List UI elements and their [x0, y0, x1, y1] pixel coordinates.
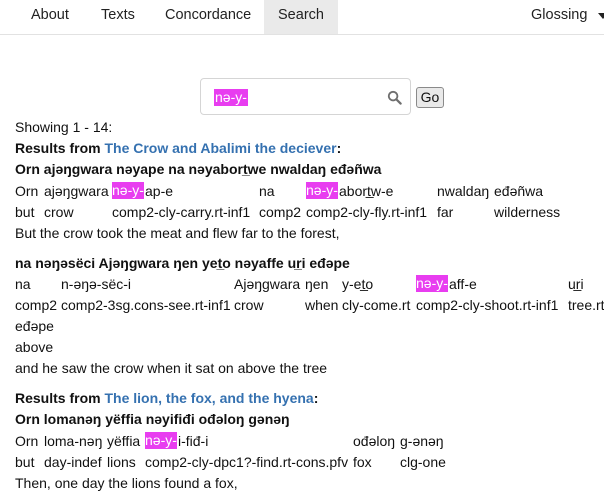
- source-title-link[interactable]: The Crow and Abalimi the deciever: [104, 140, 336, 156]
- results-header: Results from The lion, the fox, and the …: [15, 390, 318, 407]
- word: y-et̲o: [342, 276, 374, 292]
- glossing-caret-icon[interactable]: [598, 13, 604, 19]
- example-title: na nəŋəsëci Ajəŋgwara ŋen yet̲o nəyaffe …: [15, 255, 350, 271]
- gloss: but: [15, 204, 35, 220]
- word: ap-e: [145, 183, 174, 199]
- example-title: Orn ajəŋgwara nəyape na nəyabort̲we nwal…: [15, 161, 382, 177]
- word: loma-nəŋ: [44, 433, 103, 449]
- highlighted-morpheme: nə-y-: [112, 182, 144, 199]
- example-title: Orn lomanəŋ yëffia nəyifiđi ođəloŋ gənəŋ: [15, 411, 290, 427]
- word: abort̲w-e: [339, 183, 394, 199]
- gloss: fox: [353, 454, 372, 470]
- word: yëffia: [107, 433, 141, 449]
- word: aff-e: [449, 276, 477, 292]
- nav-concordance[interactable]: Concordance: [165, 0, 251, 34]
- word: i-fiđ-i: [178, 433, 209, 449]
- gloss: comp2: [259, 204, 302, 220]
- nav-about[interactable]: About: [31, 0, 69, 34]
- word: ajəŋgwara: [44, 183, 109, 199]
- results-header: Results from The Crow and Abalimi the de…: [15, 140, 341, 157]
- gloss: but: [15, 454, 35, 470]
- highlighted-morpheme: nə-y-: [416, 275, 448, 292]
- results-prefix: Results from: [15, 390, 101, 406]
- search-query-highlight: nə-y-: [214, 89, 248, 106]
- gloss: comp2-cly-dpc1?-find.rt-cons.pfv: [145, 454, 349, 470]
- results-suffix: :: [313, 390, 319, 406]
- word: Ajəŋgwara: [234, 276, 301, 292]
- nav-glossing[interactable]: Glossing: [531, 0, 587, 34]
- word: ur̲i: [568, 276, 584, 292]
- word: g-ənəŋ: [400, 433, 444, 449]
- translation: Then, one day the lions found a fox,: [15, 475, 238, 491]
- go-button[interactable]: Go: [416, 87, 444, 108]
- wrapped-word: eđəpe: [15, 318, 54, 334]
- translation: and he saw the crow when it sat on above…: [15, 360, 328, 376]
- gloss: cly-come.rt: [342, 297, 411, 313]
- gloss: when: [305, 297, 339, 313]
- gloss: comp2: [15, 297, 58, 313]
- nav-texts[interactable]: Texts: [101, 0, 135, 34]
- word: eđəñwa: [494, 183, 544, 199]
- word: Orn: [15, 433, 39, 449]
- gloss: comp2-cly-shoot.rt-inf1: [416, 297, 559, 313]
- gloss: comp2-cly-fly.rt-inf1: [306, 204, 428, 220]
- gloss: tree.rt: [568, 297, 604, 313]
- gloss: wilderness: [494, 204, 561, 220]
- results-suffix: :: [336, 140, 342, 156]
- highlighted-morpheme: nə-y-: [306, 182, 338, 199]
- gloss: clg-one: [400, 454, 446, 470]
- highlighted-morpheme: nə-y-: [145, 432, 177, 449]
- gloss: comp2-cly-carry.rt-inf1: [112, 204, 251, 220]
- word: na: [15, 276, 31, 292]
- word: ŋen: [305, 276, 329, 292]
- results-prefix: Results from: [15, 140, 101, 156]
- results-count: Showing 1 - 14:: [15, 119, 113, 135]
- translation: But the crow took the meat and flew far …: [15, 225, 340, 241]
- gloss: lions: [107, 454, 136, 470]
- word: nwaldaŋ: [437, 183, 490, 199]
- top-navbar: About Texts Concordance Search Glossing: [0, 0, 604, 35]
- word: na: [259, 183, 275, 199]
- wrapped-gloss: above: [15, 339, 54, 355]
- nav-search[interactable]: Search: [264, 0, 338, 34]
- gloss: crow: [234, 297, 264, 313]
- gloss: comp2-3sg.cons-see.rt-inf1: [61, 297, 231, 313]
- word: Orn: [15, 183, 39, 199]
- search-input[interactable]: nə-y-: [200, 78, 411, 115]
- gloss: crow: [44, 204, 74, 220]
- search-icon[interactable]: [387, 90, 402, 105]
- source-title-link[interactable]: The lion, the fox, and the hyena: [104, 390, 313, 406]
- gloss: far: [437, 204, 454, 220]
- word: ođəloŋ: [353, 433, 396, 449]
- word: n-əŋə-sëc-i: [61, 276, 132, 292]
- gloss: day-indef: [44, 454, 102, 470]
